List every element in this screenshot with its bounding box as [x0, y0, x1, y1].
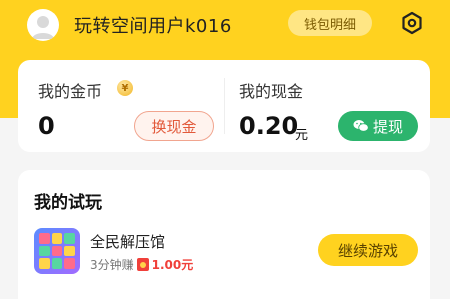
game-name: 全民解压馆: [90, 233, 166, 251]
cash-label: 我的现金: [239, 82, 304, 101]
money-card: 我的金币 ¥ 0 换现金 我的现金 0.20 元 提现: [18, 60, 430, 152]
screen: 玩转空间用户k016 钱包明细 我的金币 ¥ 0 换现金 我的现金 0.20 元…: [0, 0, 450, 299]
red-packet-icon: [136, 258, 149, 271]
coin-icon: ¥: [117, 80, 133, 96]
exchange-cash-button[interactable]: 换现金: [134, 111, 214, 141]
user-icon: [32, 16, 54, 39]
game-desc: 3分钟赚 1.00元: [90, 256, 193, 273]
gear-icon: [402, 11, 422, 35]
trial-card: 我的试玩 全民解压馆 3分钟赚 1.00元 继续游戏: [18, 170, 430, 299]
withdraw-button[interactable]: 提现: [338, 111, 418, 141]
wallet-detail-button[interactable]: 钱包明细: [288, 10, 372, 36]
divider: [224, 78, 225, 134]
username: 玩转空间用户k016: [74, 16, 232, 37]
game-icon[interactable]: [34, 228, 80, 274]
cash-value: 0.20: [239, 112, 299, 140]
avatar[interactable]: [27, 9, 59, 41]
settings-button[interactable]: [399, 10, 425, 36]
header: 玩转空间用户k016 钱包明细: [0, 0, 450, 46]
cash-unit: 元: [295, 128, 309, 143]
coins-label: 我的金币: [38, 82, 103, 101]
game-reward: 1.00元: [151, 258, 194, 272]
game-desc-prefix: 3分钟赚: [90, 258, 134, 272]
withdraw-label: 提现: [372, 117, 403, 136]
continue-game-button[interactable]: 继续游戏: [318, 234, 418, 266]
wechat-icon: [353, 120, 369, 132]
coins-value: 0: [38, 112, 55, 140]
section-title: 我的试玩: [34, 193, 102, 213]
